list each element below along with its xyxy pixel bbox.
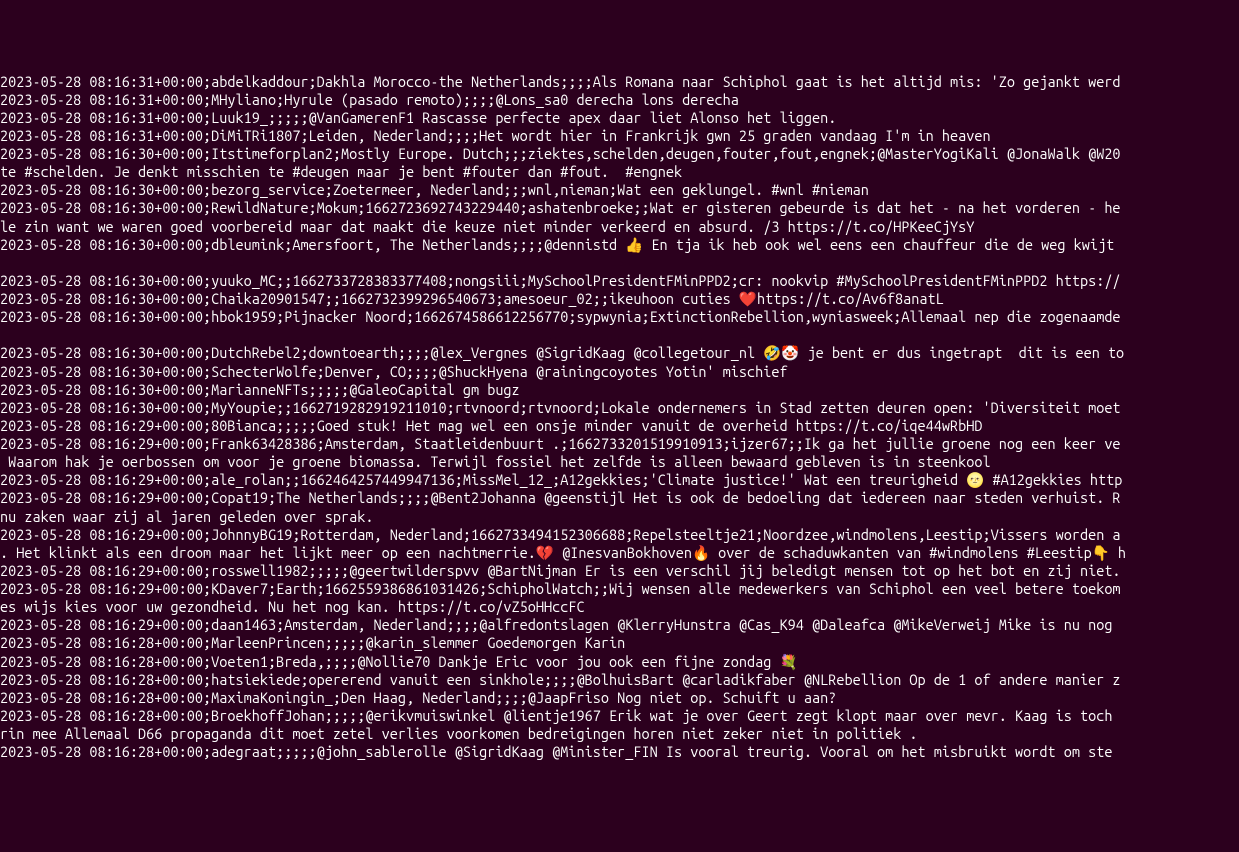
log-line: 2023-05-28 08:16:30+00:00;MarianneNFTs;;… [0, 381, 1239, 399]
log-line: 2023-05-28 08:16:29+00:00;daan1463;Amste… [0, 616, 1239, 634]
log-line: 2023-05-28 08:16:29+00:00;JohnnyBG19;Rot… [0, 526, 1239, 544]
log-line: Waarom hak je oerbossen om voor je groen… [0, 453, 1239, 471]
log-line: 2023-05-28 08:16:28+00:00;Voeten1;Breda,… [0, 653, 1239, 671]
log-line: 2023-05-28 08:16:29+00:00;ale_rolan;;166… [0, 471, 1239, 489]
log-line: 2023-05-28 08:16:31+00:00;MHyliano;Hyrul… [0, 91, 1239, 109]
log-line: 2023-05-28 08:16:28+00:00;BroekhoffJohan… [0, 707, 1239, 725]
log-line: le zin want we waren goed voorbereid maa… [0, 218, 1239, 236]
log-line: 2023-05-28 08:16:30+00:00;yuuko_MC;;1662… [0, 272, 1239, 290]
log-line: 2023-05-28 08:16:30+00:00;RewildNature;M… [0, 199, 1239, 217]
log-line: 2023-05-28 08:16:29+00:00;KDaver7;Earth;… [0, 580, 1239, 598]
log-line: 2023-05-28 08:16:28+00:00;MaximaKoningin… [0, 689, 1239, 707]
log-line: . Het klinkt als een droom maar het lijk… [0, 544, 1239, 562]
terminal-output: 2023-05-28 08:16:31+00:00;abdelkaddour;D… [0, 73, 1239, 762]
log-line: 2023-05-28 08:16:31+00:00;Luuk19_;;;;;@V… [0, 109, 1239, 127]
log-line: 2023-05-28 08:16:29+00:00;Copat19;The Ne… [0, 489, 1239, 507]
log-line: 2023-05-28 08:16:29+00:00;Frank63428386;… [0, 435, 1239, 453]
log-line: 2023-05-28 08:16:29+00:00;80Bianca;;;;;G… [0, 417, 1239, 435]
log-line: 2023-05-28 08:16:30+00:00;bezorg_service… [0, 181, 1239, 199]
log-line: 2023-05-28 08:16:31+00:00;DiMiTRi1807;Le… [0, 127, 1239, 145]
log-line: 2023-05-28 08:16:30+00:00;Itstimeforplan… [0, 145, 1239, 163]
log-line: 2023-05-28 08:16:28+00:00;MarleenPrincen… [0, 634, 1239, 652]
log-line: 2023-05-28 08:16:30+00:00;SchecterWolfe;… [0, 363, 1239, 381]
log-line: 2023-05-28 08:16:28+00:00;hatsiekiede;op… [0, 671, 1239, 689]
log-line: te #schelden. Je denkt misschien te #deu… [0, 163, 1239, 181]
log-line [0, 326, 1239, 344]
log-line: nu zaken waar zij al jaren geleden over … [0, 508, 1239, 526]
log-line: rin mee Allemaal D66 propaganda dit moet… [0, 725, 1239, 743]
log-line: 2023-05-28 08:16:30+00:00;hbok1959;Pijna… [0, 308, 1239, 326]
log-line: 2023-05-28 08:16:30+00:00;DutchRebel2;do… [0, 344, 1239, 362]
log-line: 2023-05-28 08:16:31+00:00;abdelkaddour;D… [0, 73, 1239, 91]
log-line: 2023-05-28 08:16:28+00:00;adegraat;;;;;@… [0, 743, 1239, 761]
log-line: 2023-05-28 08:16:30+00:00;dbleumink;Amer… [0, 236, 1239, 254]
log-line: 2023-05-28 08:16:30+00:00;MyYoupie;;1662… [0, 399, 1239, 417]
log-line: es wijs kies voor uw gezondheid. Nu het … [0, 598, 1239, 616]
log-line: 2023-05-28 08:16:30+00:00;Chaika20901547… [0, 290, 1239, 308]
log-line [0, 254, 1239, 272]
log-line: 2023-05-28 08:16:29+00:00;rosswell1982;;… [0, 562, 1239, 580]
